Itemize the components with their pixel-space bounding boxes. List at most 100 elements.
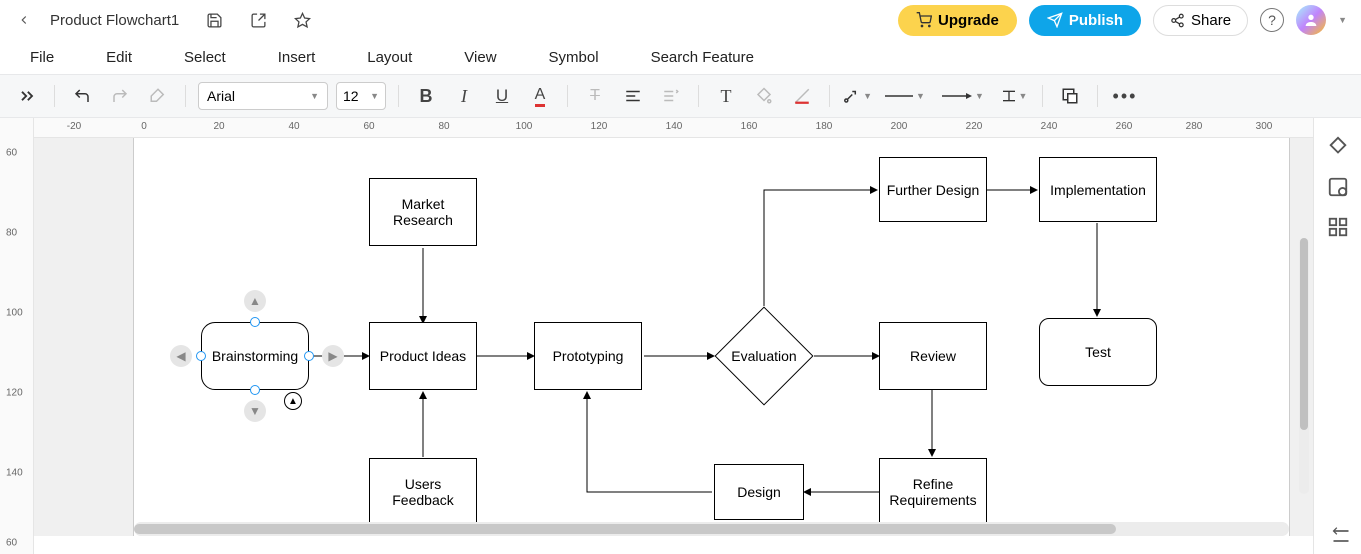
separator — [698, 85, 699, 107]
page-margin-left — [34, 138, 134, 536]
node-review[interactable]: Review — [879, 322, 987, 390]
upgrade-label: Upgrade — [938, 12, 999, 29]
font-value: Arial — [207, 88, 235, 104]
resize-handle-left[interactable] — [196, 351, 206, 361]
node-implementation[interactable]: Implementation — [1039, 157, 1157, 222]
bold-icon[interactable]: B — [411, 81, 441, 111]
fill-icon[interactable] — [749, 81, 779, 111]
undo-icon[interactable] — [67, 81, 97, 111]
font-select[interactable]: Arial▼ — [198, 82, 328, 110]
node-label: Implementation — [1050, 182, 1146, 198]
node-label: Prototyping — [553, 348, 624, 364]
format-painter-icon[interactable] — [143, 81, 173, 111]
size-value: 12 — [343, 88, 359, 104]
upgrade-button[interactable]: Upgrade — [898, 5, 1017, 36]
vertical-ruler: 60 80 100 120 140 60 — [0, 118, 34, 554]
horizontal-ruler: -20 0 20 40 60 80 100 120 140 160 180 20… — [34, 118, 1313, 138]
menu-file[interactable]: File — [30, 49, 54, 66]
separator — [829, 85, 830, 107]
node-label: Users Feedback — [374, 476, 472, 508]
connect-handle-right[interactable]: ▶ — [322, 345, 344, 367]
back-button[interactable] — [14, 10, 34, 30]
resize-handle-right[interactable] — [304, 351, 314, 361]
connector-icon[interactable]: ▼ — [842, 81, 872, 111]
resize-handle-bottom[interactable] — [250, 385, 260, 395]
side-panel — [1313, 118, 1361, 554]
menu-symbol[interactable]: Symbol — [549, 49, 599, 66]
more-icon[interactable]: ••• — [1110, 81, 1140, 111]
redo-icon[interactable] — [105, 81, 135, 111]
separator — [185, 85, 186, 107]
strike-icon[interactable]: T — [580, 81, 610, 111]
node-label: Brainstorming — [212, 348, 298, 364]
size-select[interactable]: 12▼ — [336, 82, 386, 110]
connect-handle-down[interactable]: ▼ — [244, 400, 266, 422]
node-label: Test — [1085, 344, 1111, 360]
document-title: Product Flowchart1 — [50, 12, 179, 29]
export-icon[interactable] — [249, 11, 267, 29]
settings-panel-icon[interactable] — [1327, 176, 1349, 198]
canvas[interactable]: Brainstorming ▲ ▼ ◀ ▶ ▲ Market Research … — [34, 138, 1313, 536]
node-evaluation[interactable]: Evaluation — [729, 321, 799, 391]
menu-search[interactable]: Search Feature — [651, 49, 754, 66]
separator — [567, 85, 568, 107]
node-label: Further Design — [887, 182, 980, 198]
node-further-design[interactable]: Further Design — [879, 157, 987, 222]
node-product-ideas[interactable]: Product Ideas — [369, 322, 477, 390]
save-icon[interactable] — [205, 11, 223, 29]
layers-icon[interactable] — [1331, 526, 1351, 546]
help-icon[interactable]: ? — [1260, 8, 1284, 32]
vertical-scrollbar[interactable] — [1299, 238, 1309, 494]
italic-icon[interactable]: I — [449, 81, 479, 111]
expand-icon[interactable] — [12, 81, 42, 111]
node-design[interactable]: Design — [714, 464, 804, 520]
node-prototyping[interactable]: Prototyping — [534, 322, 642, 390]
node-label: Product Ideas — [380, 348, 466, 364]
menu-insert[interactable]: Insert — [278, 49, 316, 66]
scrollbar-thumb[interactable] — [134, 524, 1116, 534]
separator — [1042, 85, 1043, 107]
node-users-feedback[interactable]: Users Feedback — [369, 458, 477, 526]
avatar-caret-icon[interactable]: ▼ — [1338, 15, 1347, 25]
stroke-color-icon[interactable] — [787, 81, 817, 111]
separator — [1097, 85, 1098, 107]
node-brainstorming[interactable]: Brainstorming — [201, 322, 309, 390]
node-label: Refine Requirements — [884, 476, 982, 508]
position-icon[interactable] — [1055, 81, 1085, 111]
align-icon[interactable] — [618, 81, 648, 111]
underline-icon[interactable]: U — [487, 81, 517, 111]
menu-layout[interactable]: Layout — [367, 49, 412, 66]
text-tool-icon[interactable]: T — [711, 81, 741, 111]
separator — [54, 85, 55, 107]
avatar[interactable] — [1296, 5, 1326, 35]
node-market-research[interactable]: Market Research — [369, 178, 477, 246]
rotate-handle[interactable]: ▲ — [284, 392, 302, 410]
node-label: Review — [910, 348, 956, 364]
separator — [398, 85, 399, 107]
publish-button[interactable]: Publish — [1029, 5, 1141, 36]
node-refine-requirements[interactable]: Refine Requirements — [879, 458, 987, 526]
menu-view[interactable]: View — [464, 49, 496, 66]
theme-icon[interactable] — [1327, 136, 1349, 158]
node-label: Design — [737, 484, 781, 500]
arrow-style-icon[interactable]: ▼ — [938, 81, 988, 111]
font-color-icon[interactable]: A — [525, 81, 555, 111]
node-test[interactable]: Test — [1039, 318, 1157, 386]
connect-handle-left[interactable]: ◀ — [170, 345, 192, 367]
menu-edit[interactable]: Edit — [106, 49, 132, 66]
horizontal-scrollbar[interactable] — [134, 522, 1289, 536]
node-label: Evaluation — [731, 348, 796, 364]
share-label: Share — [1191, 12, 1231, 29]
share-button[interactable]: Share — [1153, 5, 1248, 36]
publish-label: Publish — [1069, 12, 1123, 29]
line-style-icon[interactable]: ▼ — [880, 81, 930, 111]
node-label: Market Research — [374, 196, 472, 228]
grid-icon[interactable] — [1327, 216, 1349, 238]
line-spacing-icon[interactable] — [656, 81, 686, 111]
resize-handle-top[interactable] — [250, 317, 260, 327]
star-icon[interactable] — [293, 11, 311, 29]
scrollbar-thumb[interactable] — [1300, 238, 1308, 430]
connect-handle-up[interactable]: ▲ — [244, 290, 266, 312]
menu-select[interactable]: Select — [184, 49, 226, 66]
spacing-icon[interactable]: ▼ — [996, 81, 1030, 111]
